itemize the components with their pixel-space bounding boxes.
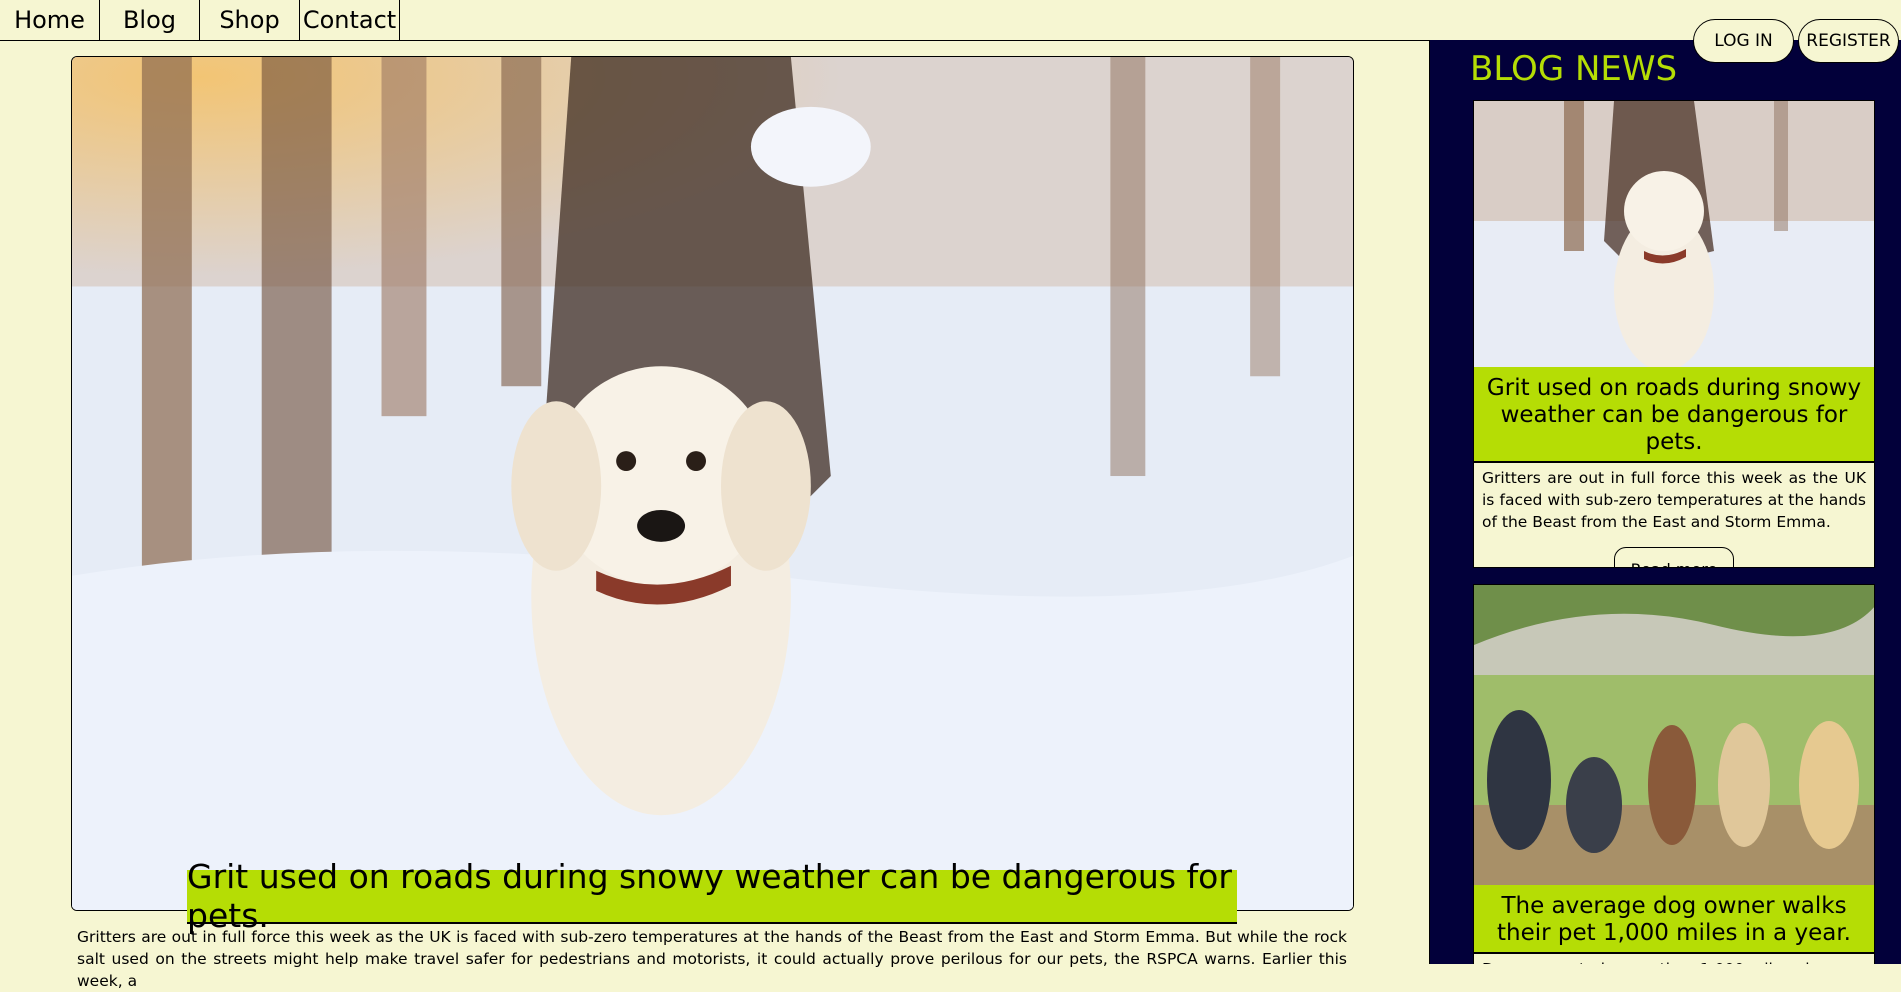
nav-blog[interactable]: Blog	[100, 0, 200, 40]
blog-card: The average dog owner walks their pet 1,…	[1473, 584, 1875, 964]
nav-shop[interactable]: Shop	[200, 0, 300, 40]
hero-image	[71, 56, 1354, 911]
nav-contact[interactable]: Contact	[300, 0, 400, 40]
article-body: Gritters are out in full force this week…	[77, 928, 1347, 990]
card-excerpt: Dog owners trek more than 1,000 miles pl…	[1474, 954, 1874, 964]
nav-home[interactable]: Home	[0, 0, 100, 40]
blog-card: Grit used on roads during snowy weather …	[1473, 100, 1875, 568]
register-button[interactable]: REGISTER	[1798, 19, 1899, 63]
card-image	[1474, 585, 1874, 885]
sidebar-title: BLOG NEWS	[1470, 49, 1678, 89]
login-button[interactable]: LOG IN	[1693, 19, 1794, 63]
read-more-button[interactable]: Read more	[1614, 547, 1734, 567]
card-image	[1474, 101, 1874, 367]
snow-dog-photo	[72, 57, 1353, 910]
card-title[interactable]: Grit used on roads during snowy weather …	[1474, 367, 1874, 463]
hero-headline: Grit used on roads during snowy weather …	[187, 857, 1237, 935]
card-excerpt: Gritters are out in full force this week…	[1482, 469, 1866, 531]
card-title[interactable]: The average dog owner walks their pet 1,…	[1474, 885, 1874, 954]
dogs-field-thumbnail	[1474, 585, 1874, 885]
top-nav: Home Blog Shop Contact	[0, 0, 1429, 41]
snow-dog-thumbnail	[1474, 101, 1874, 367]
